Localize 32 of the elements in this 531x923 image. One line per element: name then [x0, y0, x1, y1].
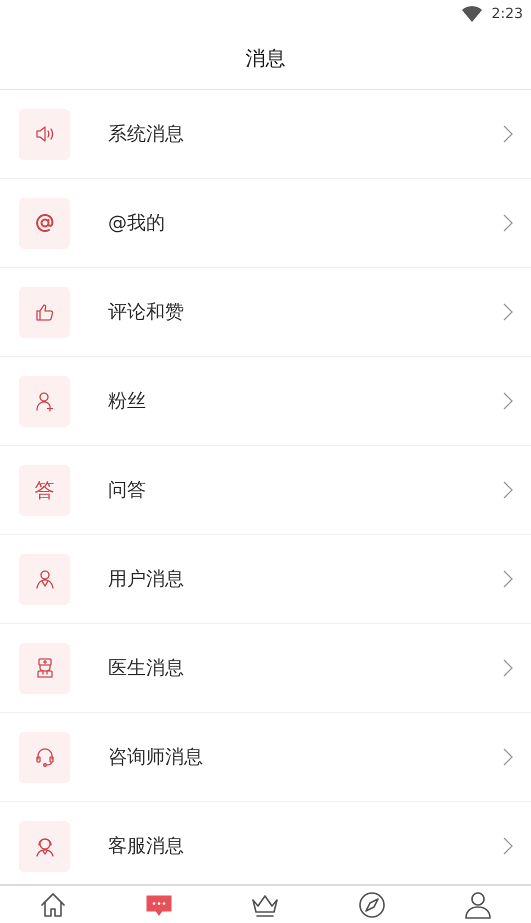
category-label: 问答: [108, 478, 147, 503]
chevron-right-icon: [503, 125, 513, 143]
chevron-right-icon: [503, 481, 513, 499]
user-icon: [462, 890, 493, 920]
category-label: 咨询师消息: [108, 745, 204, 770]
category-label: @我的: [108, 211, 166, 236]
chevron-right-icon: [503, 837, 513, 855]
category-label: 医生消息: [108, 656, 185, 681]
chevron-right-icon: [503, 570, 513, 588]
status-time: 2:23: [492, 6, 523, 22]
message-category-row[interactable]: 用户消息: [0, 535, 531, 624]
chevron-right-icon: [503, 392, 513, 410]
answer-icon: 答: [34, 476, 54, 504]
message-category-row[interactable]: 评论和赞: [0, 268, 531, 357]
chevron-right-icon: [503, 659, 513, 677]
message-category-row[interactable]: 粉丝: [0, 357, 531, 446]
category-label: 系统消息: [108, 122, 185, 147]
page-title: 消息: [246, 45, 286, 72]
message-category-row[interactable]: 系统消息: [0, 90, 531, 179]
chevron-right-icon: [503, 214, 513, 232]
category-label: 客服消息: [108, 834, 185, 859]
compass-icon: [356, 890, 387, 920]
chevron-right-icon: [503, 748, 513, 766]
category-label: 粉丝: [108, 389, 147, 414]
message-category-row[interactable]: 咨询师消息: [0, 713, 531, 802]
category-label: 评论和赞: [108, 300, 185, 325]
message-category-row[interactable]: 答 问答: [0, 446, 531, 535]
wifi-icon: [462, 6, 482, 22]
chevron-right-icon: [503, 303, 513, 321]
category-label: 用户消息: [108, 567, 185, 592]
message-category-row[interactable]: @我的: [0, 179, 531, 268]
message-category-row[interactable]: 医生消息: [0, 624, 531, 713]
